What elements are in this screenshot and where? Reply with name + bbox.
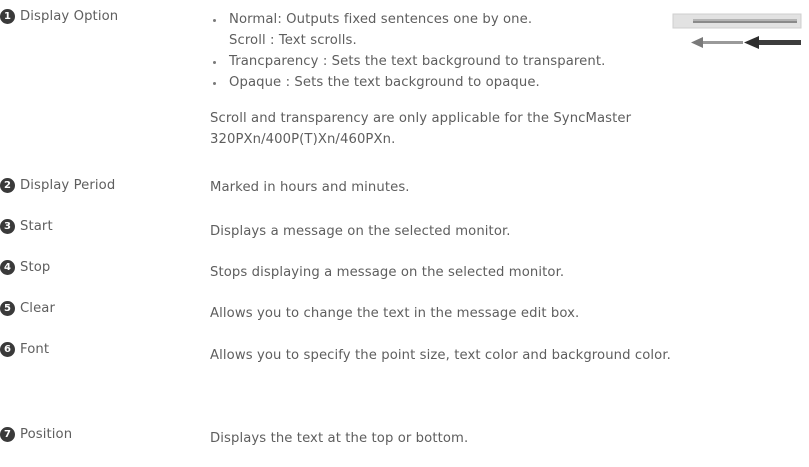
number-5-icon: 5	[0, 301, 15, 316]
number-2-icon: 2	[0, 178, 15, 193]
term-position: 7 Position	[0, 427, 72, 442]
description-clear: Allows you to change the text in the mes…	[210, 306, 580, 321]
term-label: Start	[20, 219, 53, 234]
term-label: Font	[20, 342, 50, 357]
term-font: 6 Font	[0, 342, 49, 357]
description-display-period: Marked in hours and minutes.	[210, 180, 410, 195]
number-7-icon: 7	[0, 427, 15, 442]
term-clear: 5 Clear	[0, 301, 55, 316]
term-stop: 4 Stop	[0, 260, 50, 275]
number-4-icon: 4	[0, 260, 15, 275]
number-1-icon: 1	[0, 9, 15, 24]
number-3-icon: 3	[0, 219, 15, 234]
term-label: Display Option	[20, 9, 119, 24]
term-label: Display Period	[20, 178, 116, 193]
term-label: Stop	[20, 260, 51, 275]
display-option-illustration	[672, 13, 802, 49]
term-label: Clear	[20, 301, 55, 316]
normal-output-bar-icon	[672, 13, 802, 29]
description-position: Displays the text at the top or bottom.	[210, 431, 469, 446]
term-start: 3 Start	[0, 219, 53, 234]
description-stop: Stops displaying a message on the select…	[210, 265, 565, 280]
note-scroll-transparency: Scroll and transparency are only applica…	[210, 111, 632, 147]
term-display-option: 1 Display Option	[0, 9, 118, 24]
bullet-opaque: Opaque : Sets the text background to opa…	[210, 72, 800, 93]
number-6-icon: 6	[0, 342, 15, 357]
scroll-arrows-icon	[691, 36, 801, 49]
description-font: Allows you to specify the point size, te…	[210, 348, 671, 363]
description-start: Displays a message on the selected monit…	[210, 224, 511, 239]
term-label: Position	[20, 427, 73, 442]
term-display-period: 2 Display Period	[0, 178, 115, 193]
